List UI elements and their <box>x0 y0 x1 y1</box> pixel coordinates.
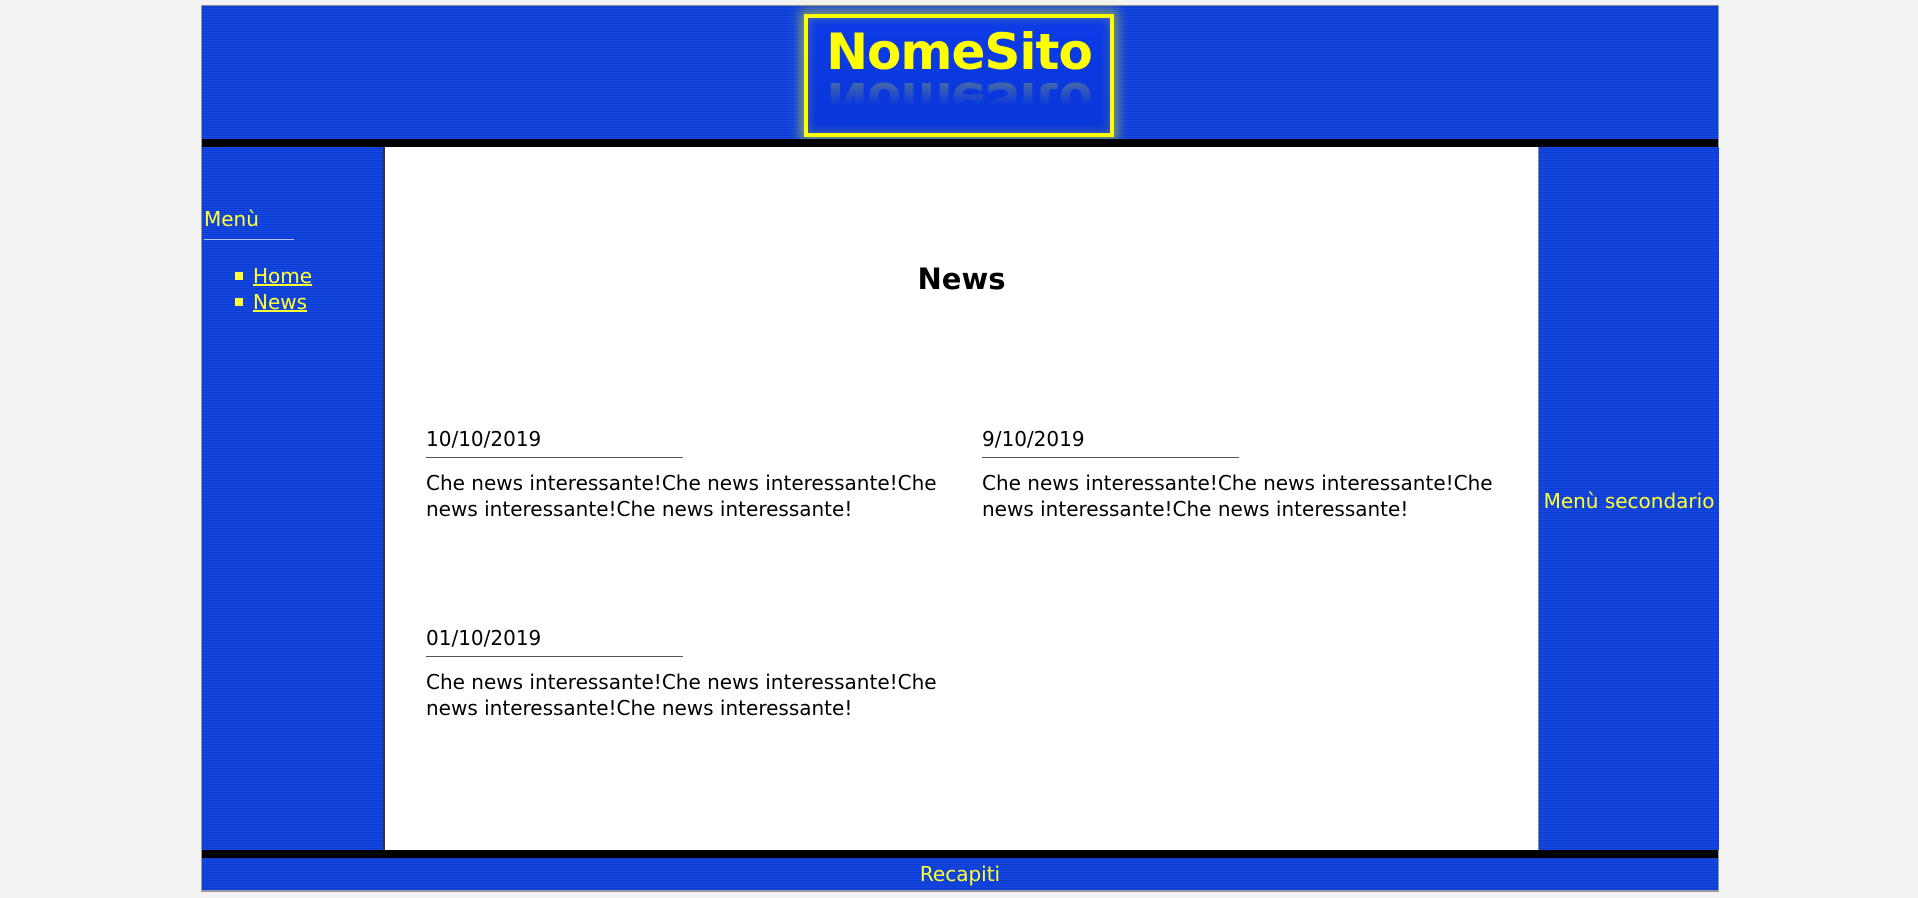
site-logo[interactable]: NomeSito NomeSito <box>804 14 1114 137</box>
square-bullet-icon <box>235 272 243 280</box>
secondary-menu-label: Menù secondario <box>1543 489 1715 513</box>
page-title: News <box>917 262 1006 296</box>
menu-link-home[interactable]: Home <box>253 264 312 288</box>
menu-item-home: Home <box>235 263 312 289</box>
menu-link-news[interactable]: News <box>253 290 307 314</box>
news-text: Che news interessante!Che news interessa… <box>982 471 1493 521</box>
news-item: 10/10/2019 Che news interessante!Che new… <box>426 427 956 522</box>
news-item: 01/10/2019 Che news interessante!Che new… <box>426 626 956 721</box>
logo-reflection: NomeSito <box>826 71 1092 129</box>
news-text: Che news interessante!Che news interessa… <box>426 471 937 521</box>
footer-contacts-label: Recapiti <box>919 862 1001 886</box>
main-content: News 10/10/2019 Che news interessante!Ch… <box>383 147 1539 850</box>
news-date: 9/10/2019 <box>982 427 1239 458</box>
news-item: 9/10/2019 Che news interessante!Che news… <box>982 427 1512 522</box>
site-header: NomeSito NomeSito <box>202 5 1718 139</box>
news-text: Che news interessante!Che news interessa… <box>426 670 937 720</box>
page-container: NomeSito NomeSito Menù Home News News 10… <box>201 5 1719 892</box>
site-footer: Recapiti <box>202 858 1718 892</box>
right-sidebar: Menù secondario <box>1539 147 1719 850</box>
menu-title: Menù <box>204 207 294 240</box>
news-date: 10/10/2019 <box>426 427 683 458</box>
header-divider <box>202 139 1718 147</box>
news-date: 01/10/2019 <box>426 626 683 657</box>
menu-item-news: News <box>235 289 312 315</box>
left-sidebar: Menù Home News <box>202 147 383 850</box>
main-menu-list: Home News <box>235 263 312 315</box>
footer-divider <box>202 850 1718 858</box>
square-bullet-icon <box>235 298 243 306</box>
